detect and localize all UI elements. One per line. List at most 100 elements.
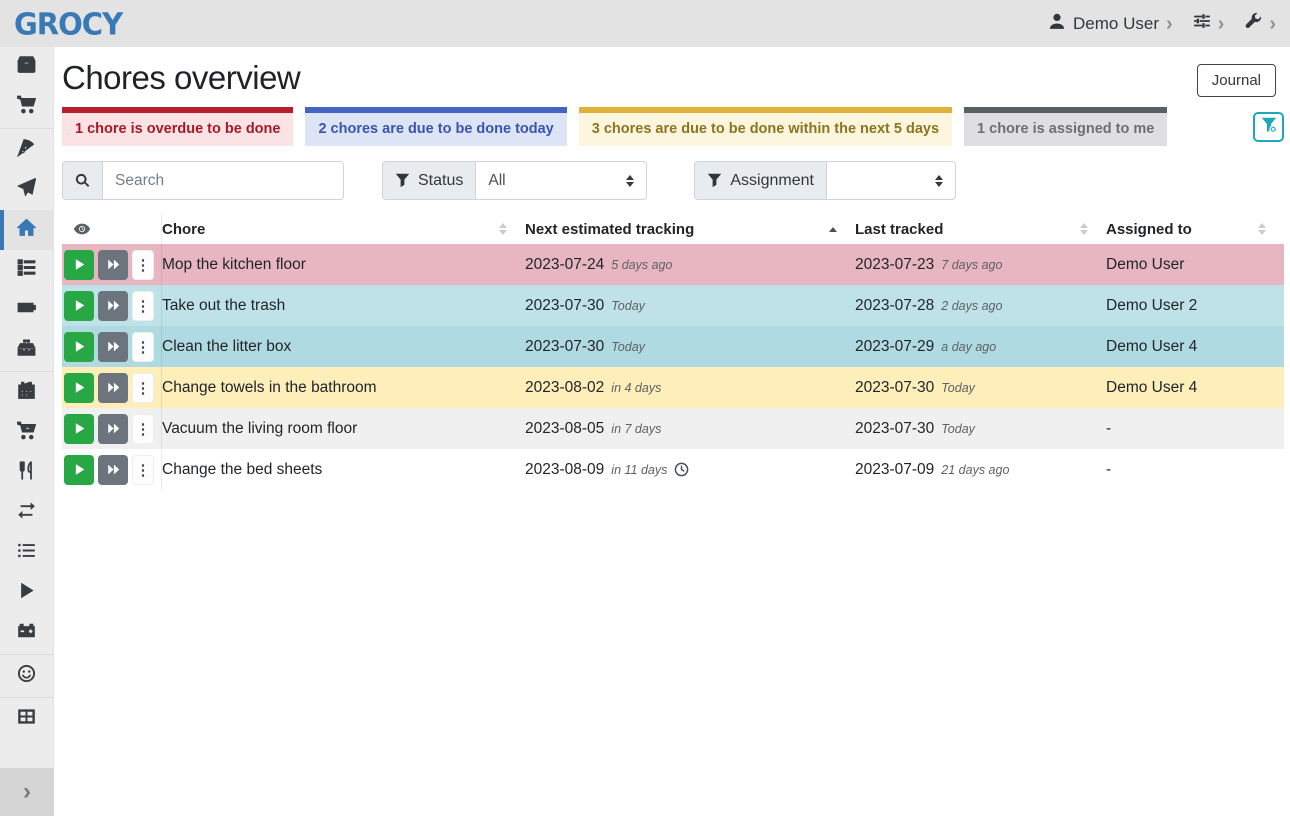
next-relative: in 7 days: [611, 422, 661, 436]
chore-name[interactable]: Change the bed sheets: [162, 461, 525, 479]
fast-forward-icon: [107, 381, 120, 394]
play-icon: [73, 299, 86, 312]
box-icon: [17, 55, 36, 79]
row-menu-button[interactable]: [132, 455, 154, 485]
search-group: [62, 161, 344, 200]
clock-icon: [674, 462, 689, 477]
sidebar-item-battery-tracking[interactable]: [0, 613, 53, 653]
sidebar-item-tasks[interactable]: [0, 250, 53, 290]
tasks-icon: [17, 258, 36, 282]
sidebar-item-batteries-overview[interactable]: [0, 290, 53, 330]
chore-column-header[interactable]: Chore: [162, 214, 525, 244]
calendar-icon: [17, 381, 36, 405]
last-relative: Today: [941, 381, 975, 395]
assignment-select[interactable]: [826, 161, 956, 200]
sidebar-item-equipment[interactable]: [0, 330, 53, 370]
sidebar-item-inventory[interactable]: [0, 533, 53, 573]
sidebar-collapse-toggle[interactable]: [0, 768, 54, 816]
utensils-icon: [17, 461, 36, 485]
skip-button[interactable]: [98, 373, 128, 403]
track-execution-button[interactable]: [64, 291, 94, 321]
next-relative: Today: [611, 299, 645, 313]
sidebar-item-userobjects[interactable]: [0, 699, 53, 739]
track-execution-button[interactable]: [64, 332, 94, 362]
next-date: 2023-07-24: [525, 256, 604, 274]
search-icon: [75, 173, 90, 188]
last-tracked-column-header[interactable]: Last tracked: [855, 214, 1106, 244]
sidebar-item-stock-overview[interactable]: [0, 47, 53, 87]
next-tracking-column-header[interactable]: Next estimated tracking: [525, 214, 855, 244]
last-date: 2023-07-30: [855, 379, 934, 397]
skip-button[interactable]: [98, 414, 128, 444]
fast-forward-icon: [107, 340, 120, 353]
sidebar-item-chores-overview[interactable]: [0, 210, 53, 250]
sidebar-item-shopping-list[interactable]: [0, 87, 53, 127]
play-icon: [73, 340, 86, 353]
sidebar-item-purchase[interactable]: [0, 413, 53, 453]
journal-button[interactable]: Journal: [1197, 64, 1276, 97]
chore-name[interactable]: Mop the kitchen floor: [162, 256, 525, 274]
skip-button[interactable]: [98, 250, 128, 280]
chore-name[interactable]: Change towels in the bathroom: [162, 379, 525, 397]
sidebar-item-recipes[interactable]: [0, 130, 53, 170]
track-execution-button[interactable]: [64, 373, 94, 403]
play-icon: [73, 422, 86, 435]
sort-asc-icon: [829, 227, 837, 232]
track-execution-button[interactable]: [64, 250, 94, 280]
table-row: Change the bed sheets 2023-08-09 in 11 d…: [62, 449, 1284, 490]
due-today-alert[interactable]: 2 chores are due to be done today: [305, 107, 566, 146]
status-select-value: All: [488, 172, 505, 190]
next-relative: Today: [611, 340, 645, 354]
track-execution-button[interactable]: [64, 414, 94, 444]
filter-icon: [707, 173, 722, 188]
track-execution-button[interactable]: [64, 455, 94, 485]
last-date: 2023-07-09: [855, 461, 934, 479]
due-soon-alert[interactable]: 3 chores are due to be done within the n…: [579, 107, 952, 146]
skip-button[interactable]: [98, 455, 128, 485]
list-icon: [17, 541, 36, 565]
last-date: 2023-07-29: [855, 338, 934, 356]
settings-menu[interactable]: [1193, 12, 1225, 35]
user-menu[interactable]: Demo User: [1048, 12, 1173, 35]
play-icon: [73, 463, 86, 476]
admin-menu[interactable]: [1244, 12, 1276, 35]
last-relative: 7 days ago: [941, 258, 1002, 272]
assigned-me-alert[interactable]: 1 chore is assigned to me: [964, 107, 1167, 146]
sidebar-item-transfer[interactable]: [0, 493, 53, 533]
row-menu-button[interactable]: [132, 291, 154, 321]
chore-name[interactable]: Clean the litter box: [162, 338, 525, 356]
assignment-filter-label: Assignment: [730, 172, 814, 190]
sidebar-divider: [0, 654, 53, 655]
search-input[interactable]: [102, 161, 344, 200]
next-relative: 5 days ago: [611, 258, 672, 272]
sidebar-item-meal-plan[interactable]: [0, 170, 53, 210]
last-relative: a day ago: [941, 340, 996, 354]
filter-remove-icon: [1261, 117, 1277, 138]
table-icon: [17, 707, 36, 731]
status-alerts: 1 chore is overdue to be done 2 chores a…: [62, 107, 1284, 146]
sidebar-item-userentity[interactable]: [0, 656, 53, 696]
chore-name[interactable]: Take out the trash: [162, 297, 525, 315]
status-select[interactable]: All: [475, 161, 647, 200]
overdue-alert[interactable]: 1 chore is overdue to be done: [62, 107, 293, 146]
sidebar-item-consume[interactable]: [0, 453, 53, 493]
row-menu-button[interactable]: [132, 373, 154, 403]
table-row: Clean the litter box 2023-07-30Today 202…: [62, 326, 1284, 367]
row-menu-button[interactable]: [132, 332, 154, 362]
row-menu-button[interactable]: [132, 414, 154, 444]
assigned-to-column-header[interactable]: Assigned to: [1106, 214, 1284, 244]
user-menu-label: Demo User: [1073, 14, 1159, 34]
skip-button[interactable]: [98, 332, 128, 362]
select-caret-icon: [626, 175, 634, 187]
visibility-column-header[interactable]: [62, 214, 162, 244]
sliders-icon: [1193, 12, 1211, 35]
clear-filter-button[interactable]: [1253, 112, 1284, 142]
chore-name[interactable]: Vacuum the living room floor: [162, 420, 525, 438]
next-date: 2023-08-09: [525, 461, 604, 479]
grocy-logo[interactable]: GROCY: [14, 6, 122, 42]
skip-button[interactable]: [98, 291, 128, 321]
sidebar-item-chore-tracking[interactable]: [0, 573, 53, 613]
row-menu-button[interactable]: [132, 250, 154, 280]
sidebar-item-calendar[interactable]: [0, 373, 53, 413]
last-date: 2023-07-30: [855, 420, 934, 438]
